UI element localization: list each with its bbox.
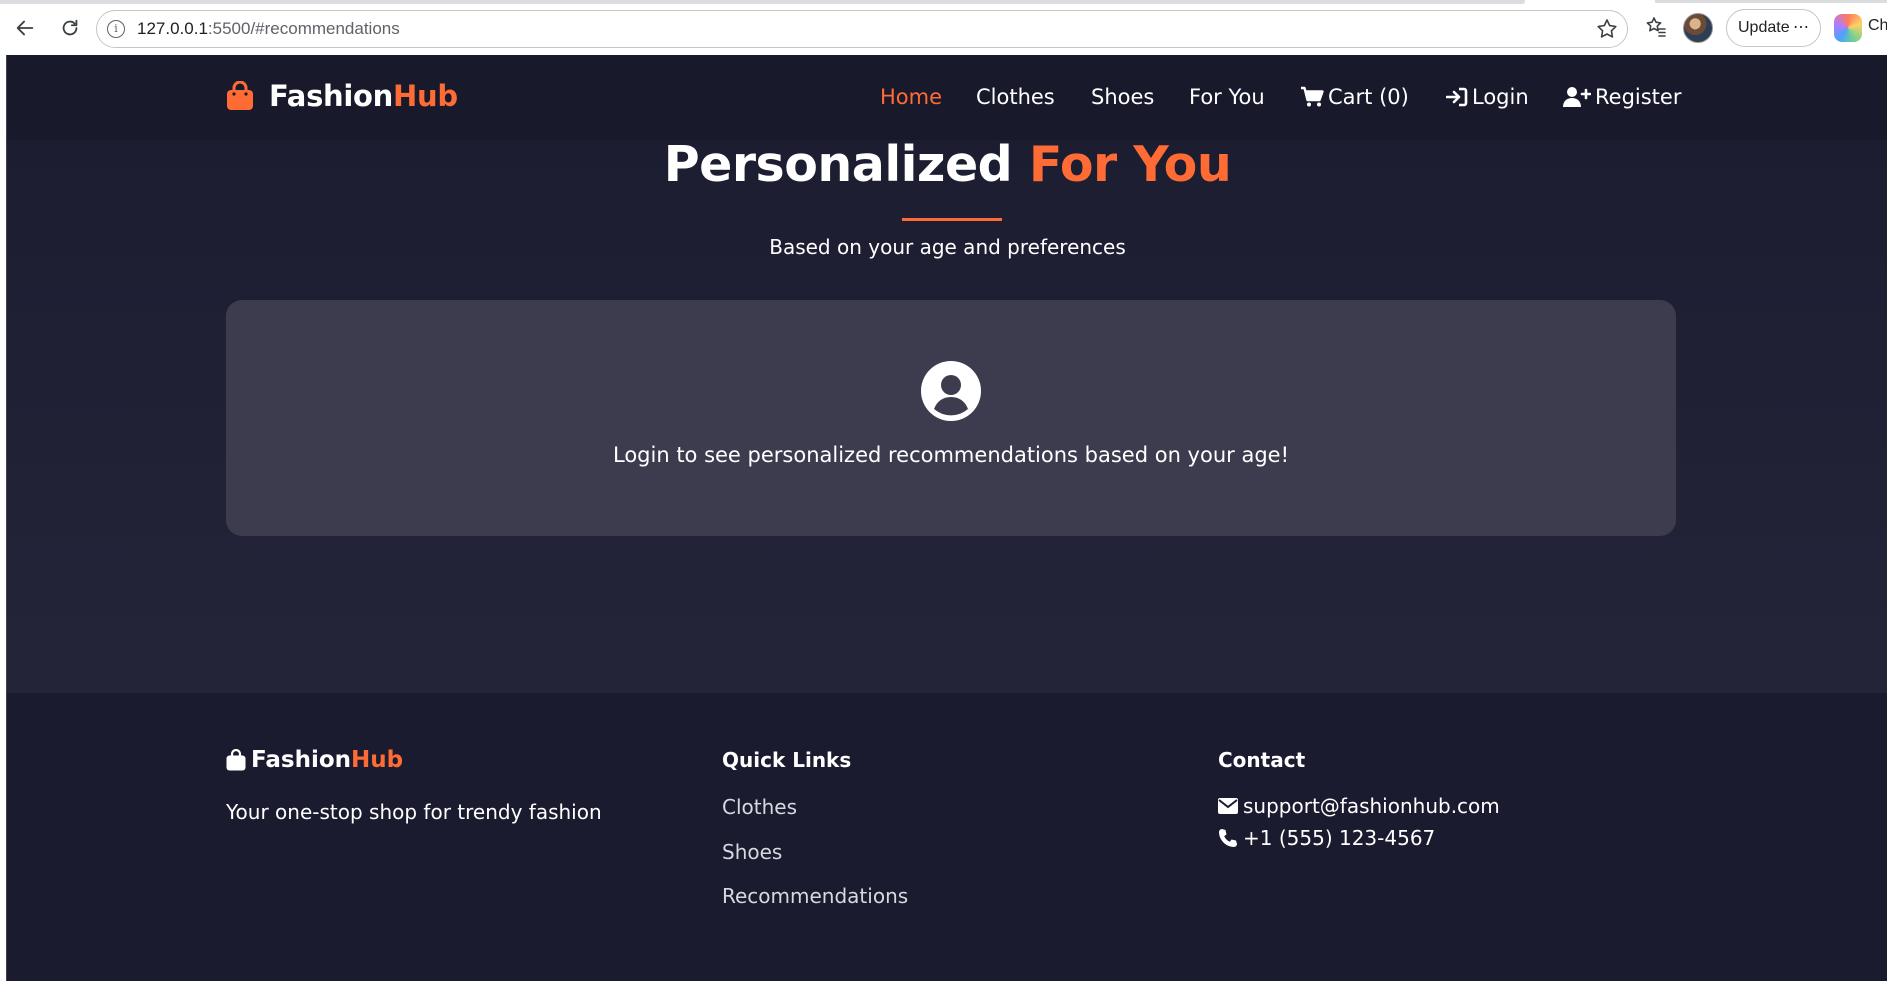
nav-register[interactable]: Register — [1563, 82, 1681, 112]
footer-logo: FashionHub — [226, 747, 403, 773]
profile-avatar[interactable] — [1683, 13, 1713, 43]
tab-strip-edge-right — [1655, 0, 1887, 3]
login-label: Login — [1472, 85, 1529, 109]
nav-home[interactable]: Home — [880, 82, 942, 112]
contact-email[interactable]: support@fashionhub.com — [1218, 794, 1500, 818]
footer-link-clothes[interactable]: Clothes — [722, 795, 797, 819]
section-subtitle: Based on your age and preferences — [769, 235, 1126, 259]
footer-tagline: Your one-stop shop for trendy fashion — [226, 800, 602, 824]
envelope-icon — [1218, 798, 1238, 814]
copilot-icon[interactable] — [1834, 14, 1862, 42]
cart-label: Cart (0) — [1328, 85, 1409, 109]
more-menu-icon[interactable]: ⋯ — [1793, 10, 1810, 46]
contact-phone[interactable]: +1 (555) 123-4567 — [1218, 826, 1435, 850]
title-underline — [902, 218, 1002, 221]
browser-toolbar: i 127.0.0.1:5500/#recommendations Update… — [0, 0, 1887, 55]
login-prompt-message: Login to see personalized recommendation… — [612, 443, 1289, 467]
update-button[interactable]: Update ⋯ — [1726, 9, 1821, 47]
reload-icon[interactable] — [56, 14, 84, 42]
brand-name: FashionHub — [269, 79, 458, 113]
site-footer: FashionHub Your one-stop shop for trendy… — [7, 693, 1887, 981]
star-icon[interactable] — [1595, 17, 1619, 45]
tab-strip-edge — [0, 0, 1525, 4]
nav-shoes[interactable]: Shoes — [1091, 82, 1154, 112]
web-page: FashionHub Home Clothes Shoes For You Ca… — [6, 55, 1887, 981]
phone-icon — [1219, 829, 1237, 847]
user-plus-icon — [1563, 87, 1591, 107]
site-navbar: FashionHub Home Clothes Shoes For You Ca… — [7, 55, 1887, 140]
quick-links-heading: Quick Links — [722, 748, 852, 772]
favorites-icon[interactable] — [1643, 14, 1669, 40]
nav-cart[interactable]: Cart (0) — [1300, 82, 1409, 112]
address-bar[interactable]: i 127.0.0.1:5500/#recommendations — [96, 10, 1628, 48]
back-arrow-icon[interactable] — [11, 14, 39, 42]
register-label: Register — [1595, 85, 1682, 109]
cart-icon — [1301, 86, 1324, 107]
recommendations-section: Personalized For You Based on your age a… — [7, 136, 1887, 748]
site-logo[interactable]: FashionHub — [226, 79, 458, 113]
nav-for-you[interactable]: For You — [1189, 82, 1265, 112]
footer-link-recommendations[interactable]: Recommendations — [722, 884, 908, 908]
footer-link-shoes[interactable]: Shoes — [722, 840, 782, 864]
section-title: Personalized For You — [663, 136, 1232, 193]
url-text[interactable]: 127.0.0.1:5500/#recommendations — [137, 19, 400, 39]
contact-heading: Contact — [1218, 748, 1306, 772]
user-circle-icon — [921, 361, 981, 421]
nav-login[interactable]: Login — [1446, 82, 1529, 112]
info-icon[interactable]: i — [107, 20, 125, 38]
login-prompt-card: Login to see personalized recommendation… — [226, 300, 1676, 536]
shopping-bag-icon — [226, 749, 246, 771]
nav-clothes[interactable]: Clothes — [976, 82, 1055, 112]
shopping-bag-icon — [227, 81, 253, 110]
profile-label: Ch — [1868, 17, 1887, 34]
footer-brand-name: FashionHub — [251, 747, 404, 773]
login-icon — [1446, 87, 1468, 107]
